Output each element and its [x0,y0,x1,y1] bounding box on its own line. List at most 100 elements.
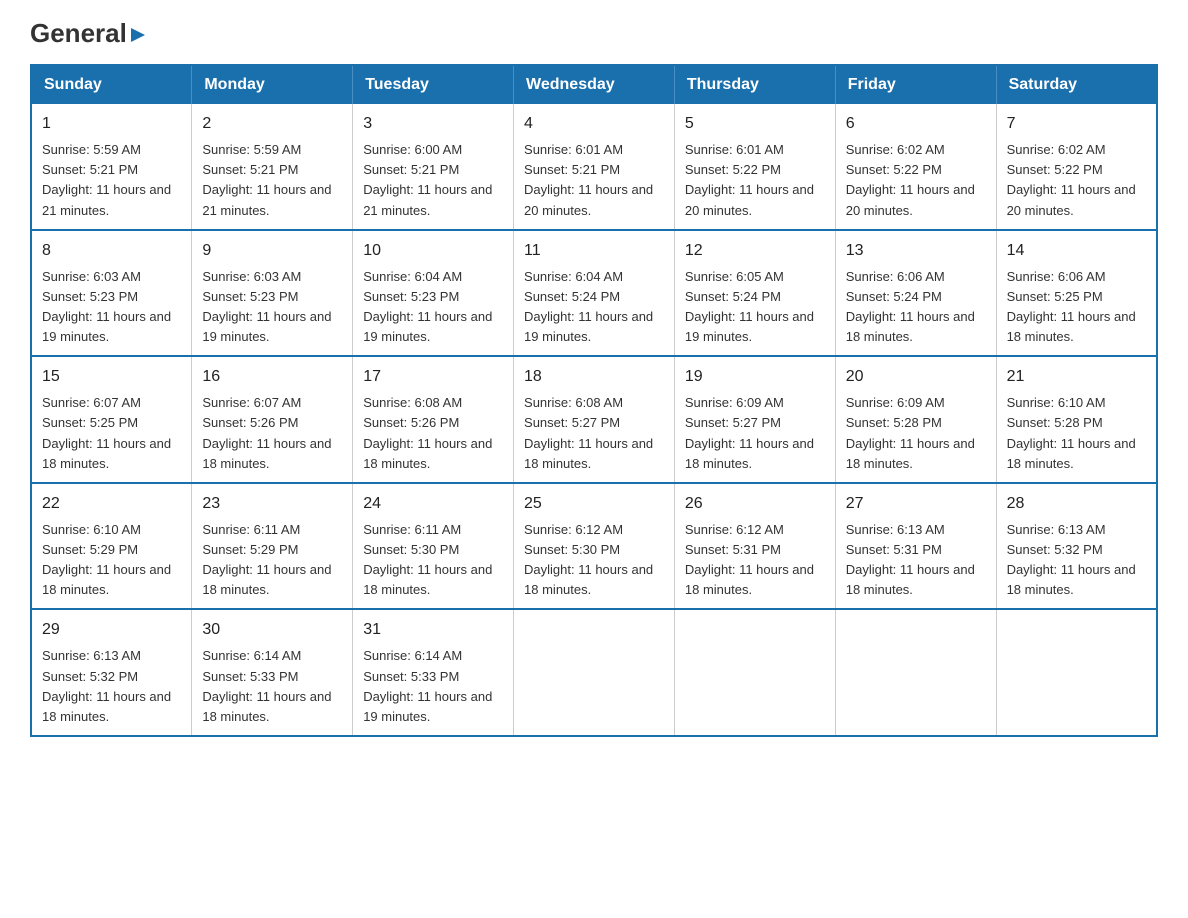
column-header-wednesday: Wednesday [514,65,675,104]
day-number: 26 [685,492,825,516]
day-info: Sunrise: 6:06 AMSunset: 5:24 PMDaylight:… [846,267,986,348]
calendar-cell: 4Sunrise: 6:01 AMSunset: 5:21 PMDaylight… [514,104,675,230]
day-number: 17 [363,365,503,389]
calendar-cell: 1 Sunrise: 5:59 AMSunset: 5:21 PMDaylight… [31,104,192,230]
day-number: 29 [42,618,181,642]
day-number: 9 [202,239,342,263]
day-info: Sunrise: 6:00 AMSunset: 5:21 PMDaylight:… [363,140,503,221]
day-info: Sunrise: 6:14 AMSunset: 5:33 PMDaylight:… [363,646,503,727]
column-header-sunday: Sunday [31,65,192,104]
day-number: 4 [524,112,664,136]
calendar-cell: 27 Sunrise: 6:13 AMSunset: 5:31 PMDayligh… [835,483,996,610]
day-number: 24 [363,492,503,516]
day-info: Sunrise: 5:59 AMSunset: 5:21 PMDaylight:… [42,140,181,221]
day-info: Sunrise: 6:01 AMSunset: 5:22 PMDaylight:… [685,140,825,221]
calendar-cell: 15 Sunrise: 6:07 AMSunset: 5:25 PMDayligh… [31,356,192,483]
calendar-cell: 6 Sunrise: 6:02 AMSunset: 5:22 PMDaylight… [835,104,996,230]
day-info: Sunrise: 6:05 AMSunset: 5:24 PMDaylight:… [685,267,825,348]
calendar-cell: 24 Sunrise: 6:11 AMSunset: 5:30 PMDayligh… [353,483,514,610]
calendar-cell: 8 Sunrise: 6:03 AMSunset: 5:23 PMDaylight… [31,230,192,357]
calendar-cell: 12 Sunrise: 6:05 AMSunset: 5:24 PMDayligh… [674,230,835,357]
calendar-cell: 3 Sunrise: 6:00 AMSunset: 5:21 PMDaylight… [353,104,514,230]
day-info: Sunrise: 6:09 AMSunset: 5:27 PMDaylight:… [685,393,825,474]
day-number: 12 [685,239,825,263]
calendar-cell: 17 Sunrise: 6:08 AMSunset: 5:26 PMDayligh… [353,356,514,483]
calendar-cell: 10 Sunrise: 6:04 AMSunset: 5:23 PMDayligh… [353,230,514,357]
day-number: 22 [42,492,181,516]
day-info: Sunrise: 6:02 AMSunset: 5:22 PMDaylight:… [1007,140,1146,221]
column-header-thursday: Thursday [674,65,835,104]
day-info: Sunrise: 6:09 AMSunset: 5:28 PMDaylight:… [846,393,986,474]
day-number: 8 [42,239,181,263]
day-info: Sunrise: 6:11 AMSunset: 5:30 PMDaylight:… [363,520,503,601]
day-info: Sunrise: 6:02 AMSunset: 5:22 PMDaylight:… [846,140,986,221]
week-row-3: 15 Sunrise: 6:07 AMSunset: 5:25 PMDayligh… [31,356,1157,483]
day-number: 7 [1007,112,1146,136]
calendar-cell [674,609,835,736]
week-row-4: 22 Sunrise: 6:10 AMSunset: 5:29 PMDayligh… [31,483,1157,610]
day-number: 27 [846,492,986,516]
day-info: Sunrise: 6:03 AMSunset: 5:23 PMDaylight:… [202,267,342,348]
day-number: 18 [524,365,664,389]
day-number: 31 [363,618,503,642]
calendar-cell: 28 Sunrise: 6:13 AMSunset: 5:32 PMDayligh… [996,483,1157,610]
calendar-cell: 18 Sunrise: 6:08 AMSunset: 5:27 PMDayligh… [514,356,675,483]
day-info: Sunrise: 6:13 AMSunset: 5:32 PMDaylight:… [1007,520,1146,601]
calendar-cell: 26 Sunrise: 6:12 AMSunset: 5:31 PMDayligh… [674,483,835,610]
calendar-cell [996,609,1157,736]
day-info: Sunrise: 6:07 AMSunset: 5:26 PMDaylight:… [202,393,342,474]
calendar-cell: 13 Sunrise: 6:06 AMSunset: 5:24 PMDayligh… [835,230,996,357]
day-number: 28 [1007,492,1146,516]
day-number: 10 [363,239,503,263]
day-number: 19 [685,365,825,389]
logo: General [30,20,147,44]
calendar-cell: 11 Sunrise: 6:04 AMSunset: 5:24 PMDayligh… [514,230,675,357]
calendar-header-row: SundayMondayTuesdayWednesdayThursdayFrid… [31,65,1157,104]
day-info: Sunrise: 6:12 AMSunset: 5:31 PMDaylight:… [685,520,825,601]
day-number: 13 [846,239,986,263]
calendar-cell: 23 Sunrise: 6:11 AMSunset: 5:29 PMDayligh… [192,483,353,610]
day-info: Sunrise: 6:06 AMSunset: 5:25 PMDaylight:… [1007,267,1146,348]
logo-general-text: General [30,20,147,48]
day-number: 11 [524,239,664,263]
column-header-saturday: Saturday [996,65,1157,104]
day-number: 3 [363,112,503,136]
calendar-cell: 19 Sunrise: 6:09 AMSunset: 5:27 PMDayligh… [674,356,835,483]
day-info: Sunrise: 6:11 AMSunset: 5:29 PMDaylight:… [202,520,342,601]
week-row-2: 8 Sunrise: 6:03 AMSunset: 5:23 PMDaylight… [31,230,1157,357]
day-number: 14 [1007,239,1146,263]
day-info: Sunrise: 6:07 AMSunset: 5:25 PMDaylight:… [42,393,181,474]
day-info: Sunrise: 5:59 AMSunset: 5:21 PMDaylight:… [202,140,342,221]
day-info: Sunrise: 6:08 AMSunset: 5:27 PMDaylight:… [524,393,664,474]
column-header-monday: Monday [192,65,353,104]
day-info: Sunrise: 6:12 AMSunset: 5:30 PMDaylight:… [524,520,664,601]
day-number: 1 [42,112,181,136]
day-info: Sunrise: 6:10 AMSunset: 5:29 PMDaylight:… [42,520,181,601]
calendar-cell: 21 Sunrise: 6:10 AMSunset: 5:28 PMDayligh… [996,356,1157,483]
calendar-cell: 7 Sunrise: 6:02 AMSunset: 5:22 PMDaylight… [996,104,1157,230]
day-info: Sunrise: 6:03 AMSunset: 5:23 PMDaylight:… [42,267,181,348]
day-number: 30 [202,618,342,642]
day-number: 6 [846,112,986,136]
column-header-friday: Friday [835,65,996,104]
day-info: Sunrise: 6:04 AMSunset: 5:23 PMDaylight:… [363,267,503,348]
calendar-cell [514,609,675,736]
day-number: 21 [1007,365,1146,389]
day-info: Sunrise: 6:10 AMSunset: 5:28 PMDaylight:… [1007,393,1146,474]
day-number: 15 [42,365,181,389]
day-number: 16 [202,365,342,389]
day-info: Sunrise: 6:08 AMSunset: 5:26 PMDaylight:… [363,393,503,474]
day-info: Sunrise: 6:04 AMSunset: 5:24 PMDaylight:… [524,267,664,348]
day-info: Sunrise: 6:13 AMSunset: 5:31 PMDaylight:… [846,520,986,601]
day-number: 2 [202,112,342,136]
calendar-cell: 20Sunrise: 6:09 AMSunset: 5:28 PMDayligh… [835,356,996,483]
day-number: 5 [685,112,825,136]
calendar-table: SundayMondayTuesdayWednesdayThursdayFrid… [30,64,1158,737]
calendar-cell: 31 Sunrise: 6:14 AMSunset: 5:33 PMDayligh… [353,609,514,736]
logo-arrow-icon [129,26,147,44]
week-row-5: 29Sunrise: 6:13 AMSunset: 5:32 PMDayligh… [31,609,1157,736]
week-row-1: 1 Sunrise: 5:59 AMSunset: 5:21 PMDaylight… [31,104,1157,230]
calendar-cell: 29Sunrise: 6:13 AMSunset: 5:32 PMDayligh… [31,609,192,736]
day-number: 25 [524,492,664,516]
day-number: 23 [202,492,342,516]
